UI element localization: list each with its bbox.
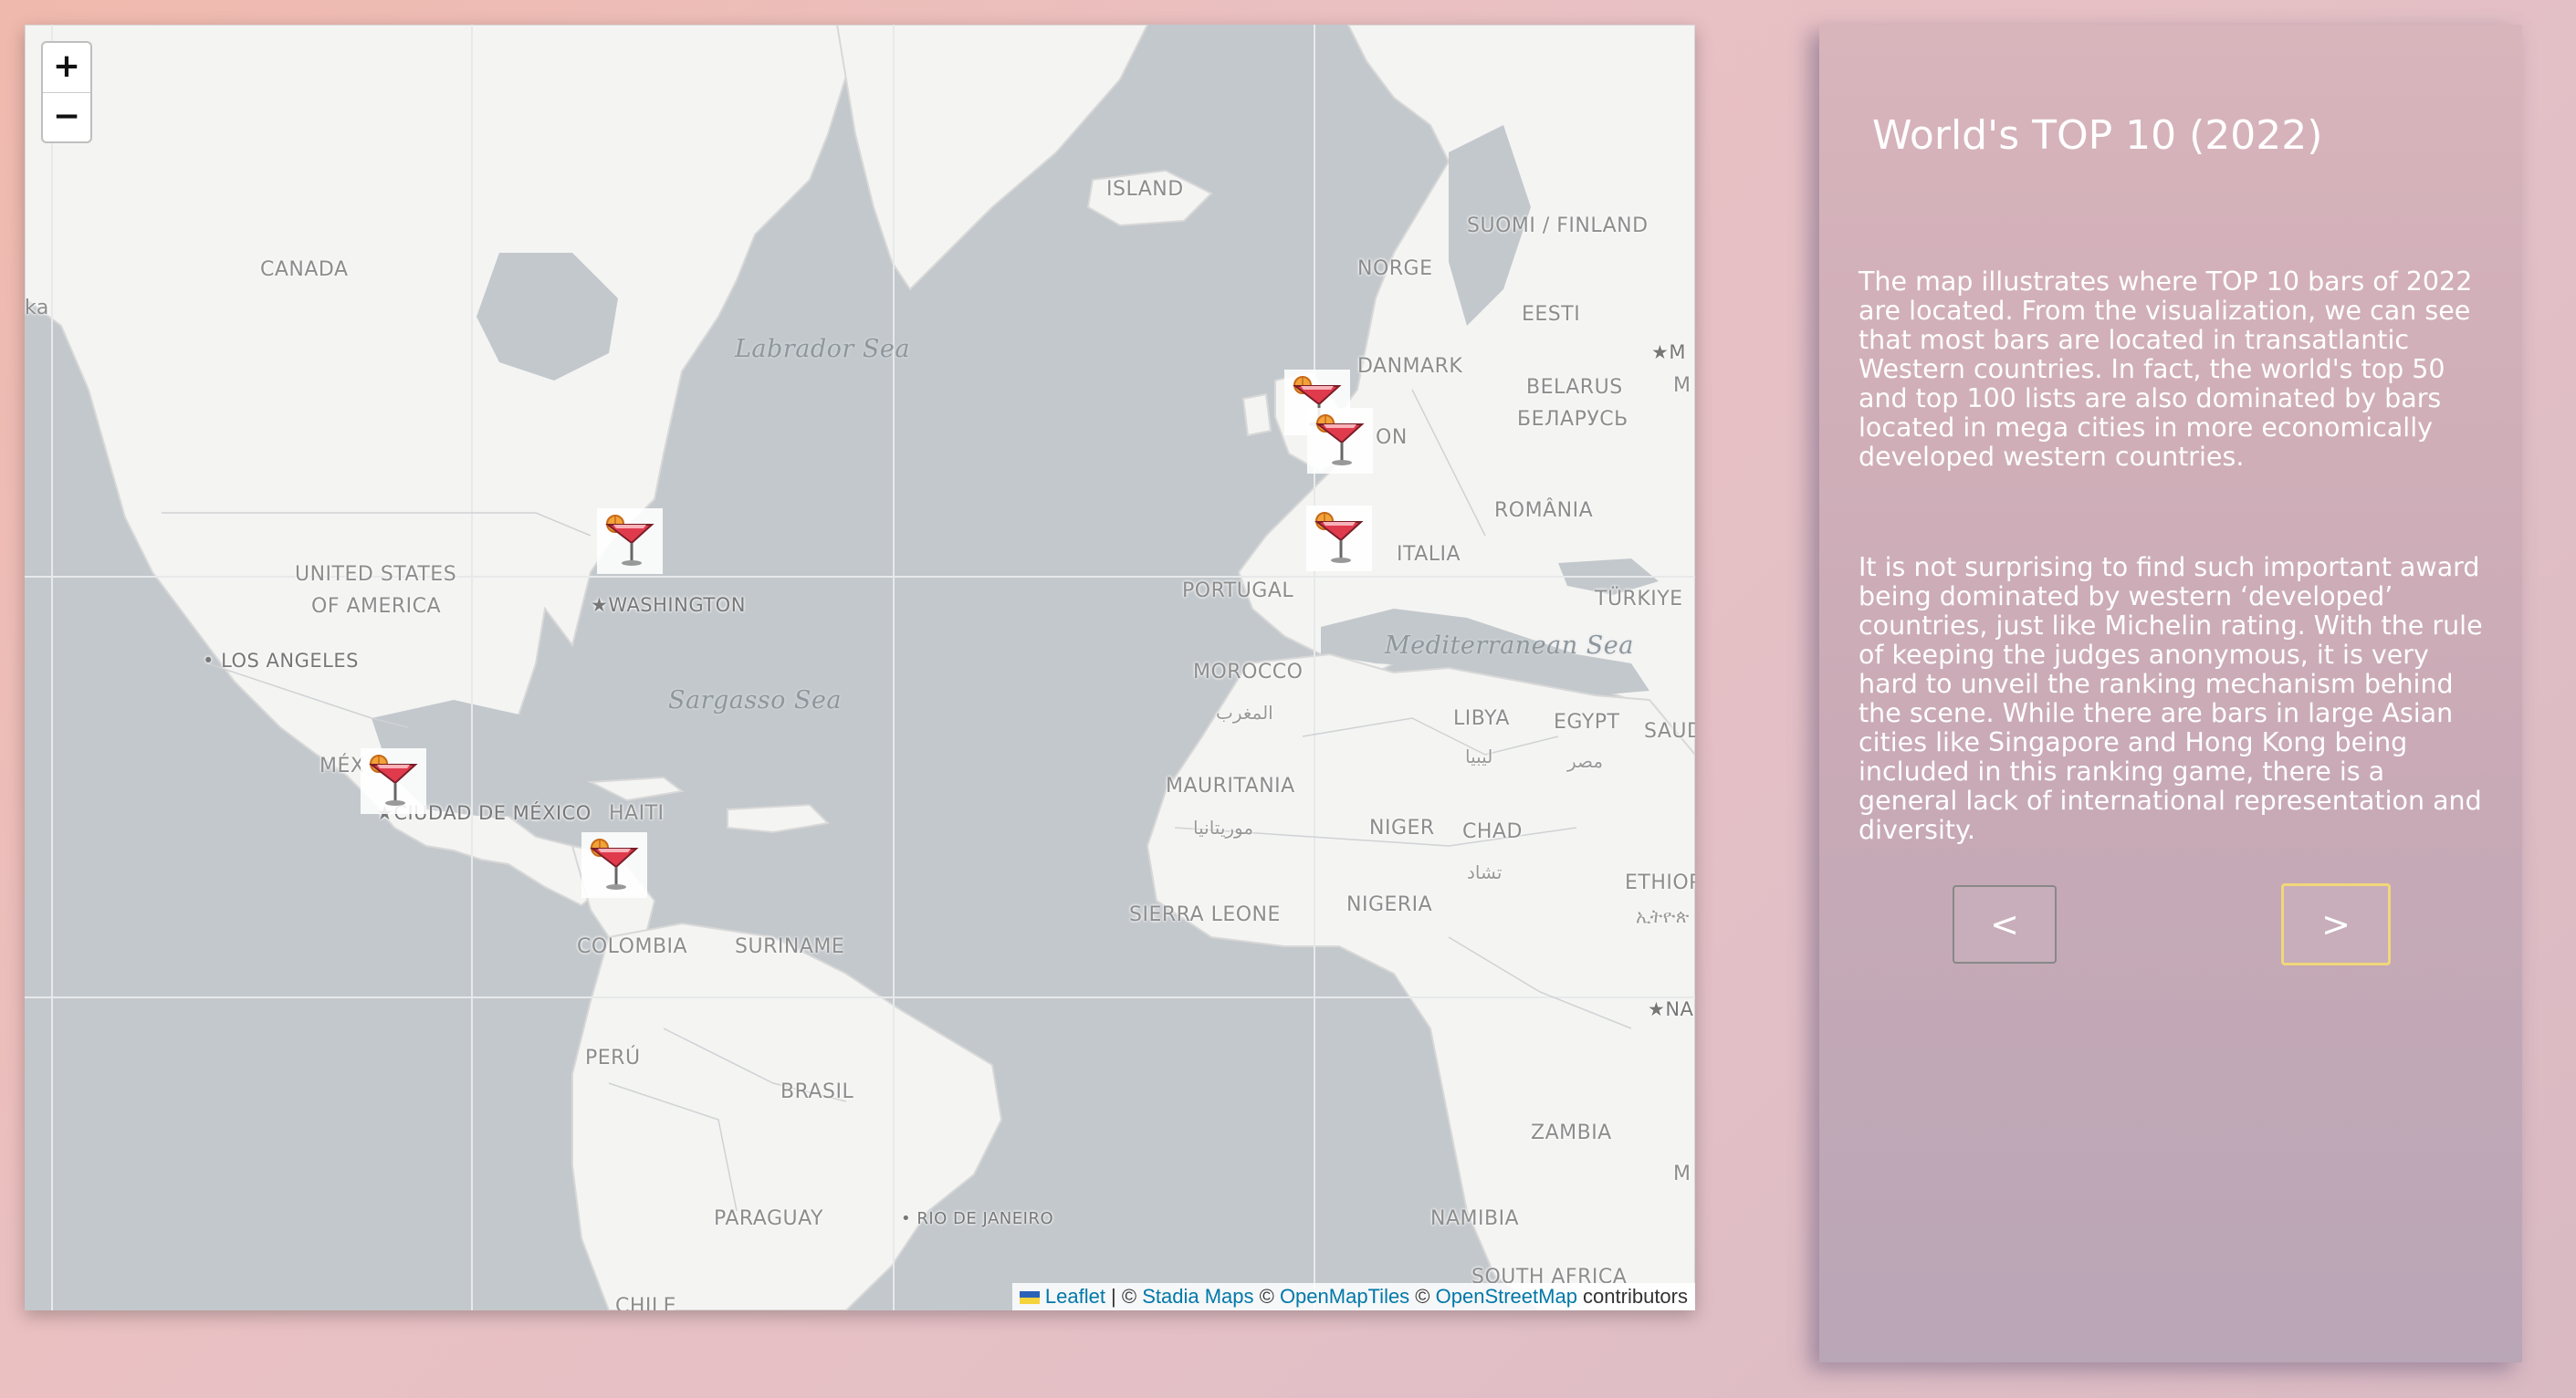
label-turkiye: TÜRKIYE	[1595, 588, 1683, 610]
capital-star-icon: ★	[591, 594, 609, 616]
attribution-sep-1: | ©	[1105, 1285, 1143, 1308]
label-belarus-2: БЕЛАРУСЬ	[1517, 408, 1628, 431]
cocktail-icon	[590, 839, 639, 890]
city-dot-icon: •	[901, 1209, 917, 1228]
map-attribution: Leaflet | © Stadia Maps © OpenMapTiles ©…	[1011, 1283, 1695, 1310]
label-nairobi: ★NA	[1648, 998, 1693, 1020]
label-zambia: ZAMBIA	[1531, 1122, 1612, 1144]
label-libya-ar: ليبيا	[1465, 746, 1493, 767]
label-mauritania: MAURITANIA	[1166, 775, 1295, 798]
label-los-angeles: • LOS ANGELES	[203, 650, 359, 672]
map[interactable]: CANADA ISLAND Labrador Sea UNITED STATES…	[25, 25, 1695, 1310]
previous-button[interactable]: <	[1953, 885, 2057, 964]
label-saudi: SAUD	[1644, 720, 1695, 743]
marker-caribbean[interactable]	[581, 832, 647, 898]
label-nairobi-text: NA	[1665, 998, 1694, 1020]
label-london-fragment: ON	[1376, 426, 1408, 449]
label-suriname: SURINAME	[735, 935, 845, 958]
attribution-sep-2: ©	[1253, 1285, 1280, 1308]
label-washington-text: WASHINGTON	[608, 594, 746, 616]
zoom-control: + −	[41, 41, 92, 143]
stadia-link[interactable]: Stadia Maps	[1142, 1285, 1253, 1308]
label-chad: CHAD	[1462, 820, 1523, 843]
label-nigeria: NIGERIA	[1346, 893, 1433, 916]
label-mauritania-ar: موريتانيا	[1193, 817, 1254, 839]
label-peru: PERÚ	[585, 1047, 641, 1069]
label-sargasso-sea: Sargasso Sea	[668, 686, 843, 715]
label-iceland: ISLAND	[1106, 178, 1184, 201]
marker-barcelona[interactable]	[1306, 506, 1372, 571]
label-canada: CANADA	[260, 258, 349, 281]
panel-paragraph-1: The map illustrates where TOP 10 bars of…	[1859, 266, 2473, 472]
label-labrador-sea: Labrador Sea	[735, 335, 910, 363]
attribution-tail: contributors	[1576, 1285, 1688, 1308]
label-usa-1: UNITED STATES	[295, 563, 457, 586]
city-dot-icon: •	[203, 650, 222, 672]
label-colombia: COLOMBIA	[577, 935, 688, 958]
cocktail-icon	[1314, 512, 1364, 563]
label-namibia: NAMIBIA	[1430, 1207, 1520, 1230]
label-italia: ITALIA	[1397, 543, 1461, 566]
zoom-in-button[interactable]: +	[43, 43, 90, 93]
label-belarus-1: BELARUS	[1526, 376, 1623, 399]
label-moscow-2: M	[1673, 374, 1691, 397]
label-danmark: DANMARK	[1357, 355, 1463, 378]
label-moscow-1-text: M	[1669, 341, 1686, 363]
label-washington: ★WASHINGTON	[591, 594, 746, 616]
label-mediterranean: Mediterranean Sea	[1385, 631, 1634, 660]
panel-paragraph-2: It is not surprising to find such import…	[1859, 552, 2483, 845]
label-suomi: SUOMI / FINLAND	[1467, 214, 1649, 237]
label-morocco-ar: المغرب	[1216, 702, 1273, 724]
label-libya: LIBYA	[1453, 707, 1510, 730]
label-rio-text: RIO DE JANEIRO	[916, 1209, 1054, 1228]
label-egypt: EGYPT	[1554, 711, 1620, 734]
label-rio: • RIO DE JANEIRO	[901, 1209, 1053, 1228]
label-niger: NIGER	[1369, 817, 1435, 840]
label-romania: ROMÂNIA	[1494, 499, 1594, 522]
label-ethiopia-am: ኢትዮጵ	[1636, 905, 1690, 927]
label-los-angeles-text: LOS ANGELES	[221, 650, 359, 672]
label-sierra-leone: SIERRA LEONE	[1129, 903, 1281, 926]
cocktail-icon	[1315, 414, 1365, 465]
label-mozambique: M	[1673, 1163, 1691, 1185]
marker-mexico-city[interactable]	[361, 748, 426, 814]
label-usa-2: OF AMERICA	[311, 595, 442, 618]
label-chad-ar: تشاد	[1467, 861, 1503, 883]
capital-star-icon: ★	[1651, 341, 1670, 363]
panel-title: World's TOP 10 (2022)	[1872, 112, 2323, 159]
label-paraguay: PARAGUAY	[714, 1207, 823, 1230]
cocktail-icon	[605, 515, 654, 566]
label-morocco: MOROCCO	[1193, 661, 1304, 683]
label-norge: NORGE	[1357, 257, 1433, 280]
attribution-sep-3: ©	[1409, 1285, 1436, 1308]
capital-star-icon: ★	[1648, 998, 1666, 1020]
zoom-out-button[interactable]: −	[43, 93, 90, 142]
ukraine-flag-icon	[1019, 1291, 1040, 1305]
marker-toronto[interactable]	[597, 508, 663, 574]
label-moscow-1: ★M	[1651, 341, 1686, 363]
openmaptiles-link[interactable]: OpenMapTiles	[1280, 1285, 1409, 1308]
next-button[interactable]: >	[2281, 883, 2391, 965]
info-panel: World's TOP 10 (2022) The map illustrate…	[1819, 25, 2522, 1362]
label-ethiopia: ETHIOP	[1625, 871, 1695, 894]
label-eesti: EESTI	[1522, 303, 1581, 326]
marker-london-2[interactable]	[1307, 408, 1373, 474]
label-left-edge: ka	[25, 297, 49, 319]
label-haiti: HAITI	[609, 802, 665, 825]
label-mexico: MÉX	[319, 755, 365, 777]
label-portugal: PORTUGAL	[1182, 579, 1294, 602]
openstreetmap-link[interactable]: OpenStreetMap	[1436, 1285, 1577, 1308]
leaflet-link[interactable]: Leaflet	[1045, 1285, 1105, 1308]
label-chile: CHILE	[615, 1295, 677, 1310]
label-brasil: BRASIL	[780, 1080, 854, 1103]
cocktail-icon	[369, 755, 418, 806]
label-egypt-ar: مصر	[1567, 750, 1604, 772]
